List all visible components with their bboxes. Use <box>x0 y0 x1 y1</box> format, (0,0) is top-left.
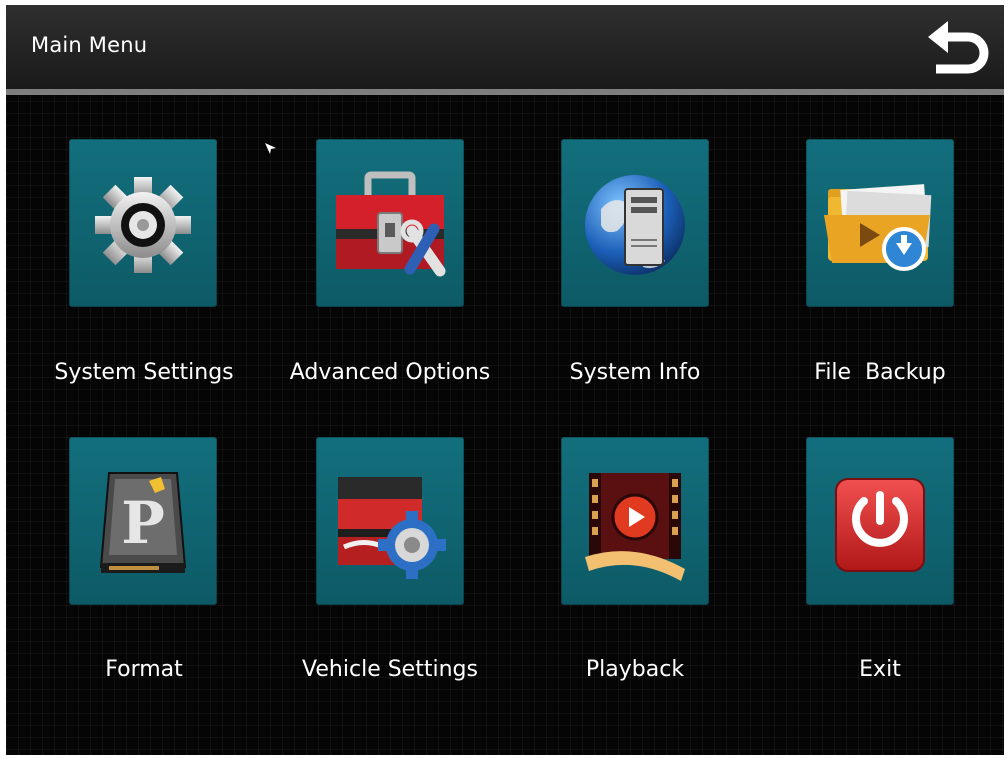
film-play-icon <box>585 473 685 581</box>
exit-button[interactable] <box>806 437 954 605</box>
file-backup-button[interactable] <box>806 139 954 307</box>
main-menu-screen: Main Menu System Settings Advanced Optio… <box>6 5 1004 755</box>
system-settings-label[interactable]: System Settings <box>24 360 264 385</box>
exit-label[interactable]: Exit <box>760 657 1000 682</box>
playback-button[interactable] <box>561 437 709 605</box>
svg-text:P: P <box>121 489 165 557</box>
playback-label[interactable]: Playback <box>515 657 755 682</box>
system-info-label[interactable]: System Info <box>515 360 755 385</box>
vehicle-settings-label[interactable]: Vehicle Settings <box>270 657 510 682</box>
gear-icon <box>95 177 191 273</box>
system-settings-button[interactable] <box>69 139 217 307</box>
advanced-options-label[interactable]: Advanced Options <box>270 360 510 385</box>
format-label[interactable]: Format <box>24 657 264 682</box>
advanced-options-button[interactable] <box>316 139 464 307</box>
return-arrow-icon <box>928 21 989 74</box>
vehicle-gear-icon <box>338 477 446 579</box>
pointer-cursor-icon <box>265 143 276 154</box>
folder-backup-icon <box>824 184 932 271</box>
header-bar: Main Menu <box>6 5 1004 95</box>
back-button[interactable] <box>926 17 994 77</box>
system-info-button[interactable] <box>561 139 709 307</box>
file-backup-label[interactable]: File Backup <box>760 360 1000 385</box>
toolbox-icon <box>336 171 446 277</box>
globe-computer-icon <box>585 175 685 275</box>
hard-drive-icon: P <box>99 472 187 573</box>
power-icon <box>835 478 925 572</box>
vehicle-settings-button[interactable] <box>316 437 464 605</box>
page-title: Main Menu <box>31 33 148 57</box>
format-button[interactable]: P <box>69 437 217 605</box>
